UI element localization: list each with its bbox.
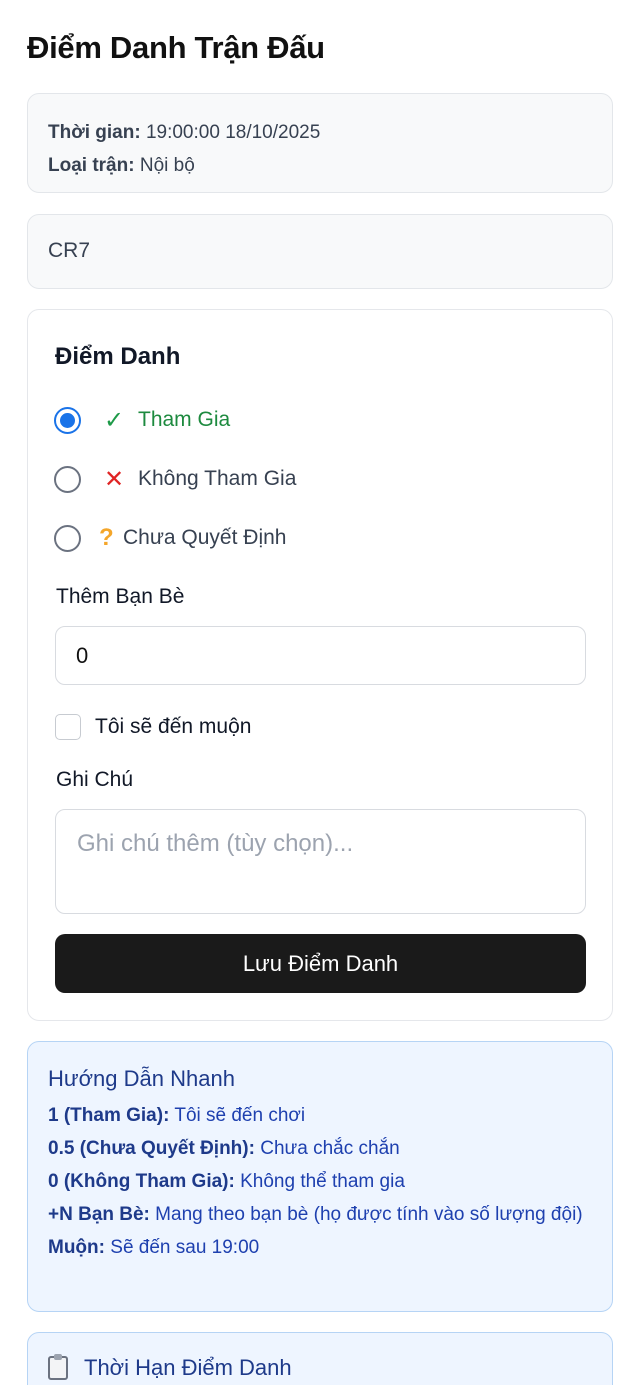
option-not-attend[interactable]: ✕ Không Tham Gia <box>54 464 296 494</box>
guide-line: 0.5 (Chưa Quyết Định): Chưa chắc chắn <box>48 1137 592 1161</box>
option-undecided[interactable]: ? Chưa Quyết Định <box>54 523 286 553</box>
guide-text: Không thể tham gia <box>240 1171 405 1192</box>
quick-guide-card: Hướng Dẫn Nhanh 1 (Tham Gia): Tôi sẽ đến… <box>27 1041 613 1312</box>
radio-attend[interactable] <box>54 406 81 434</box>
attendance-form: Điểm Danh ✓ Tham Gia ✕ Không Tham Gia ? … <box>27 309 613 1021</box>
match-time-value: 19:00:00 18/10/2025 <box>145 122 321 143</box>
guide-text: Sẽ đến sau 19:00 <box>110 1237 260 1258</box>
guide-key: +N Bạn Bè: <box>48 1204 150 1225</box>
late-label: Tôi sẽ đến muộn <box>95 715 252 738</box>
note-textarea[interactable] <box>55 809 586 914</box>
player-card: CR7 <box>27 214 613 289</box>
question-icon: ? <box>99 524 114 551</box>
guide-line: 1 (Tham Gia): Tôi sẽ đến chơi <box>48 1104 592 1128</box>
match-type-label: Loại trận: <box>48 155 135 176</box>
match-type-value: Nội bộ <box>139 155 195 176</box>
page: Điểm Danh Trận Đấu Thời gian: 19:00:00 1… <box>0 0 640 1385</box>
note-label: Ghi Chú <box>56 768 134 791</box>
attendance-title: Điểm Danh <box>55 343 181 370</box>
guide-key: 0.5 (Chưa Quyết Định): <box>48 1138 255 1159</box>
deadline-title: Thời Hạn Điểm Danh <box>84 1355 292 1380</box>
deadline-header: Thời Hạn Điểm Danh <box>48 1354 592 1381</box>
friends-label: Thêm Bạn Bè <box>56 585 185 608</box>
match-time-line: Thời gian: 19:00:00 18/10/2025 <box>48 116 592 149</box>
late-checkbox-row[interactable]: Tôi sẽ đến muộn <box>55 714 251 740</box>
guide-text: Mang theo bạn bè (họ được tính vào số lư… <box>155 1204 583 1225</box>
guide-text: Chưa chắc chắn <box>260 1138 400 1159</box>
deadline-card: Thời Hạn Điểm Danh <box>27 1332 613 1385</box>
guide-key: 0 (Không Tham Gia): <box>48 1171 235 1192</box>
radio-not-attend[interactable] <box>54 465 81 493</box>
friends-count-input[interactable] <box>55 626 586 685</box>
page-title: Điểm Danh Trận Đấu <box>27 30 325 65</box>
guide-key: 1 (Tham Gia): <box>48 1105 170 1126</box>
option-attend[interactable]: ✓ Tham Gia <box>54 405 230 435</box>
match-info-card: Thời gian: 19:00:00 18/10/2025 Loại trận… <box>27 93 613 193</box>
player-name: CR7 <box>48 239 91 262</box>
save-attendance-button[interactable]: Lưu Điểm Danh <box>55 934 586 993</box>
guide-line: +N Bạn Bè: Mang theo bạn bè (họ được tín… <box>48 1203 592 1227</box>
option-attend-label: Tham Gia <box>138 408 231 431</box>
option-undecided-label: Chưa Quyết Định <box>123 526 287 549</box>
check-icon: ✓ <box>103 406 125 434</box>
guide-title: Hướng Dẫn Nhanh <box>48 1066 235 1091</box>
match-type-line: Loại trận: Nội bộ <box>48 149 592 182</box>
cross-icon: ✕ <box>103 465 125 493</box>
guide-line: 0 (Không Tham Gia): Không thể tham gia <box>48 1170 592 1194</box>
guide-text: Tôi sẽ đến chơi <box>174 1105 306 1126</box>
option-not-attend-label: Không Tham Gia <box>138 467 297 490</box>
guide-key: Muộn: <box>48 1237 105 1258</box>
radio-undecided[interactable] <box>54 524 81 552</box>
match-time-label: Thời gian: <box>48 122 141 143</box>
guide-line: Muộn: Sẽ đến sau 19:00 <box>48 1236 592 1260</box>
late-checkbox[interactable] <box>55 714 81 740</box>
clipboard-icon <box>48 1354 68 1380</box>
